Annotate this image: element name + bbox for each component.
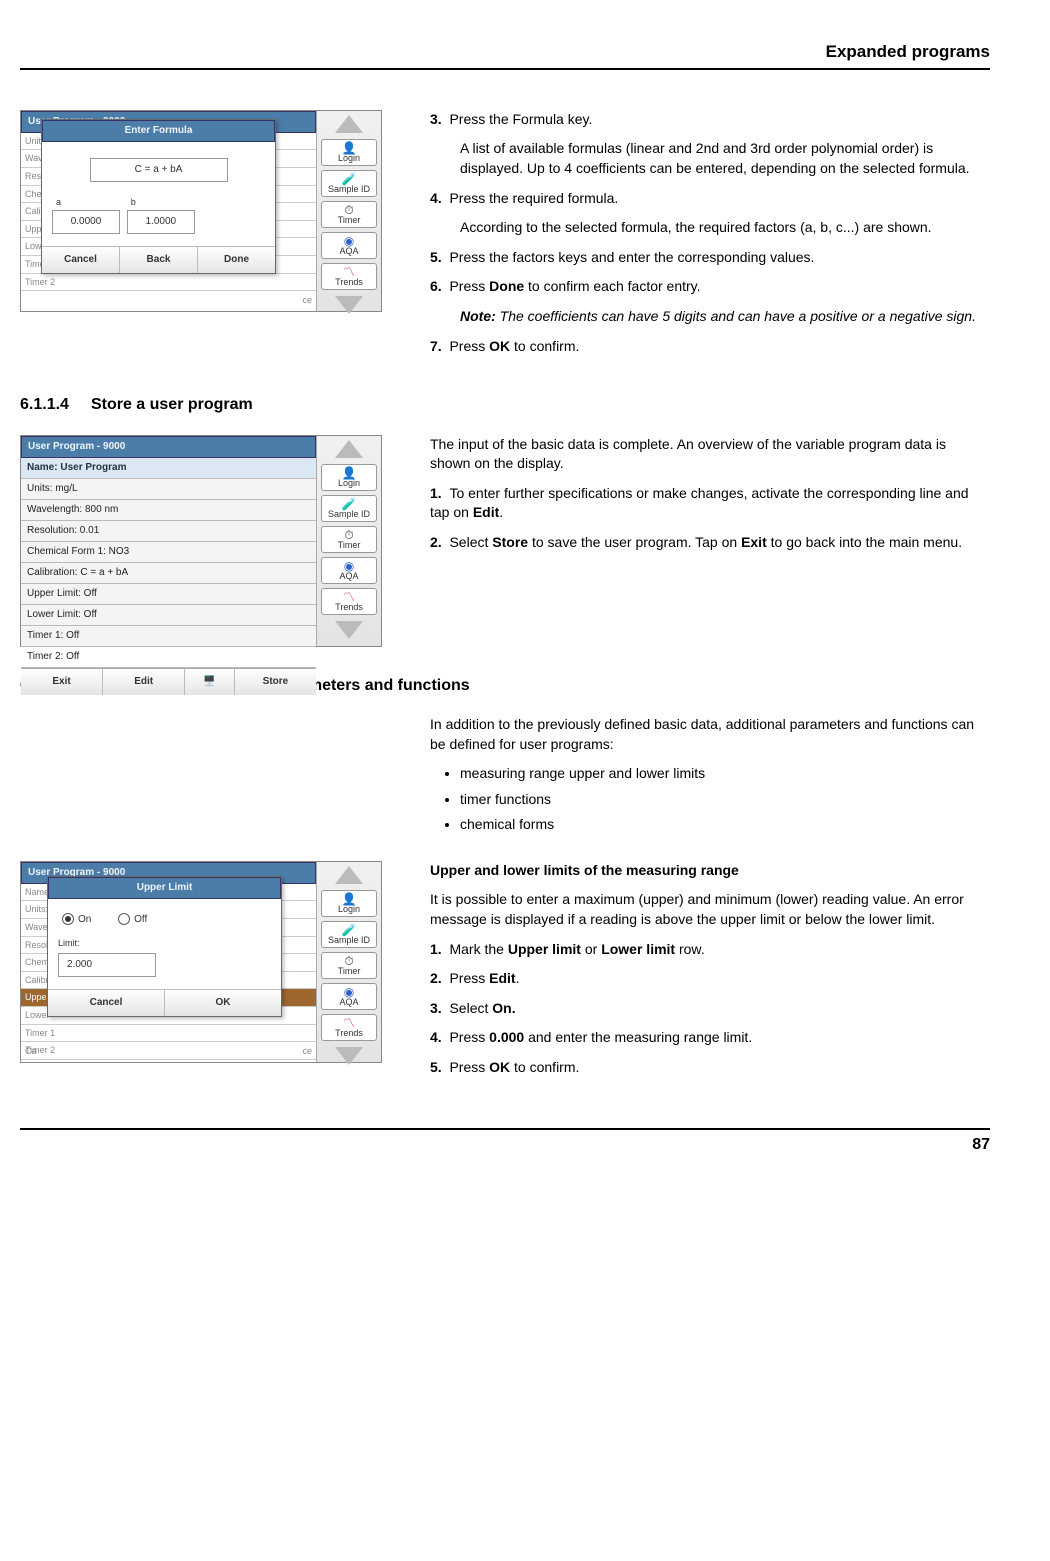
step-5: 5. Press the factors keys and enter the … — [430, 248, 990, 268]
list-row-name[interactable]: Name: User Program — [21, 458, 316, 479]
list-row[interactable]: Lower Limit: Off — [21, 605, 316, 626]
radio-on[interactable]: On — [62, 913, 91, 927]
figure-enter-formula: User Program - 9000 Units: m Wavele Reso… — [20, 110, 382, 312]
page-number: 87 — [20, 1128, 990, 1156]
scroll-up-icon[interactable] — [335, 866, 363, 884]
edit-button[interactable]: Edit — [103, 669, 185, 695]
timer-button[interactable]: ⏱Timer — [321, 201, 377, 228]
list-row[interactable]: Units: mg/L — [21, 479, 316, 500]
scroll-down-icon[interactable] — [335, 296, 363, 314]
s4-intro: It is possible to enter a maximum (upper… — [430, 890, 990, 929]
step-6: 6. Press Done to confirm each factor ent… — [430, 277, 990, 297]
s3-bullets: measuring range upper and lower limits t… — [430, 764, 990, 835]
radio-off[interactable]: Off — [118, 913, 147, 927]
s2-step-2: 2. Select Store to save the user program… — [430, 533, 990, 553]
sample-id-button[interactable]: 🧪Sample ID — [321, 170, 377, 197]
limit-value-input[interactable]: 2.000 — [58, 953, 156, 977]
done-button[interactable]: Done — [198, 247, 275, 273]
list-row[interactable]: Calibration: C = a + bA — [21, 563, 316, 584]
list-row[interactable]: Chemical Form 1: NO3 — [21, 542, 316, 563]
note-coefficients: Note: The coefficients can have 5 digits… — [460, 307, 990, 327]
timer-button[interactable]: ⏱Timer — [321, 526, 377, 553]
scroll-up-icon[interactable] — [335, 115, 363, 133]
sample-id-button[interactable]: 🧪Sample ID — [321, 495, 377, 522]
ok-button[interactable]: OK — [165, 990, 281, 1016]
scroll-down-icon[interactable] — [335, 1047, 363, 1065]
step-4-body: According to the selected formula, the r… — [460, 218, 990, 238]
page-header: Expanded programs — [20, 40, 990, 70]
limit-label: Limit: — [58, 937, 273, 950]
coeff-b-input[interactable]: 1.0000 — [127, 210, 195, 234]
step-7: 7. Press OK to confirm. — [430, 337, 990, 357]
list-row[interactable]: Timer 1: Off — [21, 626, 316, 647]
aqa-button[interactable]: ◉AQA — [321, 983, 377, 1010]
aqa-button[interactable]: ◉AQA — [321, 557, 377, 584]
figure-user-program-list: User Program - 9000 Name: User Program U… — [20, 435, 382, 647]
login-button[interactable]: 👤Login — [321, 464, 377, 491]
scroll-up-icon[interactable] — [335, 440, 363, 458]
step-4: 4. Press the required formula. — [430, 189, 990, 209]
store-button[interactable]: Store — [235, 669, 316, 695]
dialog-title: Upper Limit — [48, 877, 281, 899]
timer-button[interactable]: ⏱Timer — [321, 952, 377, 979]
s4-step-4: 4. Press 0.000 and enter the measuring r… — [430, 1028, 990, 1048]
list-row[interactable]: Timer 2: Off — [21, 647, 316, 668]
sample-id-button[interactable]: 🧪Sample ID — [321, 921, 377, 948]
step-3: 3. Press the Formula key. — [430, 110, 990, 130]
trends-button[interactable]: 〽Trends — [321, 263, 377, 290]
login-button[interactable]: 👤Login — [321, 139, 377, 166]
programs-icon-button[interactable]: 🖥️ — [185, 669, 235, 695]
s4-step-5: 5. Press OK to confirm. — [430, 1058, 990, 1078]
list-row[interactable]: Resolution: 0.01 — [21, 521, 316, 542]
exit-button[interactable]: Exit — [21, 669, 103, 695]
trends-button[interactable]: 〽Trends — [321, 588, 377, 615]
s3-intro: In addition to the previously defined ba… — [430, 715, 990, 754]
upper-limit-dialog: Upper Limit On Off Limit: 2.000 Cancel O… — [47, 876, 282, 1018]
trends-button[interactable]: 〽Trends — [321, 1014, 377, 1041]
enter-formula-dialog: Enter Formula C = a + bA a 0.0000 b — [41, 119, 276, 275]
step-3-body: A list of available formulas (linear and… — [460, 139, 990, 178]
formula-display[interactable]: C = a + bA — [90, 158, 228, 182]
list-row[interactable]: Upper Limit: Off — [21, 584, 316, 605]
s4-title: Upper and lower limits of the measuring … — [430, 861, 990, 881]
cancel-button[interactable]: Cancel — [48, 990, 165, 1016]
login-button[interactable]: 👤Login — [321, 890, 377, 917]
list-title-bar: User Program - 9000 — [21, 436, 316, 458]
s4-step-2: 2. Press Edit. — [430, 969, 990, 989]
coeff-a-input[interactable]: 0.0000 — [52, 210, 120, 234]
s2-intro: The input of the basic data is complete.… — [430, 435, 990, 474]
figure-upper-limit: User Program - 9000 Name: Units: m Wavel… — [20, 861, 382, 1063]
cancel-button[interactable]: Cancel — [42, 247, 120, 273]
aqa-button[interactable]: ◉AQA — [321, 232, 377, 259]
section-6-1-1-4: 6.1.1.4Store a user program — [20, 394, 990, 416]
list-row[interactable]: Wavelength: 800 nm — [21, 500, 316, 521]
s4-step-1: 1. Mark the Upper limit or Lower limit r… — [430, 940, 990, 960]
s2-step-1: 1. To enter further specifications or ma… — [430, 484, 990, 523]
scroll-down-icon[interactable] — [335, 621, 363, 639]
back-button[interactable]: Back — [120, 247, 198, 273]
dialog-title: Enter Formula — [42, 120, 275, 142]
s4-step-3: 3. Select On. — [430, 999, 990, 1019]
